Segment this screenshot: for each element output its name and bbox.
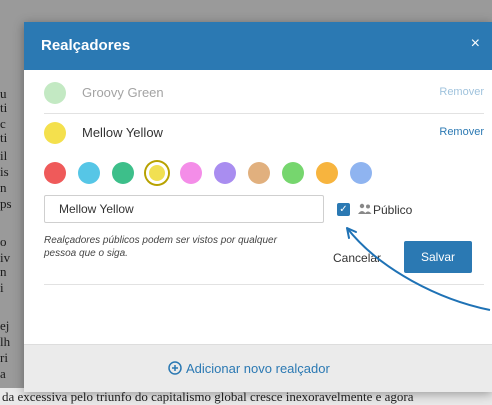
remove-button[interactable]: Remover — [439, 86, 484, 98]
background-text-fragment: ej — [0, 318, 10, 333]
color-swatch[interactable] — [214, 162, 236, 184]
color-swatch[interactable] — [112, 162, 134, 184]
color-swatch[interactable] — [78, 162, 100, 184]
color-swatch[interactable] — [350, 162, 372, 184]
add-highlighter-button[interactable]: Adicionar novo realçador — [186, 361, 330, 376]
highlighter-name: Groovy Green — [82, 85, 164, 100]
highlighter-name-input[interactable] — [44, 195, 324, 223]
color-swatch[interactable] — [44, 162, 66, 184]
add-circle-icon[interactable] — [168, 361, 182, 375]
background-text-fragment: lh — [0, 334, 11, 349]
highlighter-color-dot — [44, 122, 66, 144]
color-swatch[interactable] — [146, 162, 168, 184]
color-swatch[interactable] — [316, 162, 338, 184]
public-label: Público — [373, 203, 413, 217]
modal-header: Realçadores × — [24, 22, 492, 70]
highlighter-name: Mellow Yellow — [82, 125, 163, 140]
background-text-fragment: ti — [0, 100, 8, 115]
background-text-fragment: ri — [0, 350, 8, 365]
background-text-fragment: ti — [0, 130, 8, 145]
cancel-button[interactable]: Cancelar — [333, 251, 381, 265]
background-text-fragment: is — [0, 164, 9, 179]
save-button[interactable]: Salvar — [404, 241, 472, 273]
background-text-fragment: il — [0, 148, 8, 163]
highlighter-color-dot — [44, 82, 66, 104]
remove-button[interactable]: Remover — [439, 126, 484, 138]
background-text-fragment: n — [0, 264, 7, 279]
public-note: Realçadores públicos podem ser vistos po… — [44, 235, 277, 259]
highlighter-row-mellow-yellow: Mellow Yellow Remover — [44, 114, 484, 152]
background-text-fragment: a — [0, 366, 6, 381]
highlighter-row-groovy-green: Groovy Green Remover — [44, 74, 484, 112]
highlighters-modal: Realçadores × Groovy Green Remover Mello… — [24, 22, 492, 392]
background-text-fragment: o — [0, 234, 7, 249]
actions-divider — [44, 284, 484, 285]
public-checkbox[interactable]: ✓ — [337, 203, 350, 216]
color-palette — [44, 162, 404, 186]
background-text-fragment: n — [0, 180, 7, 195]
color-swatch[interactable] — [180, 162, 202, 184]
color-swatch[interactable] — [248, 162, 270, 184]
color-swatch[interactable] — [282, 162, 304, 184]
modal-footer: Adicionar novo realçador — [24, 344, 492, 392]
close-icon[interactable]: × — [471, 35, 480, 53]
people-icon — [358, 203, 372, 214]
background-text-fragment: ps — [0, 196, 12, 211]
modal-title: Realçadores — [41, 37, 131, 54]
background-text-fragment: i — [0, 280, 4, 295]
